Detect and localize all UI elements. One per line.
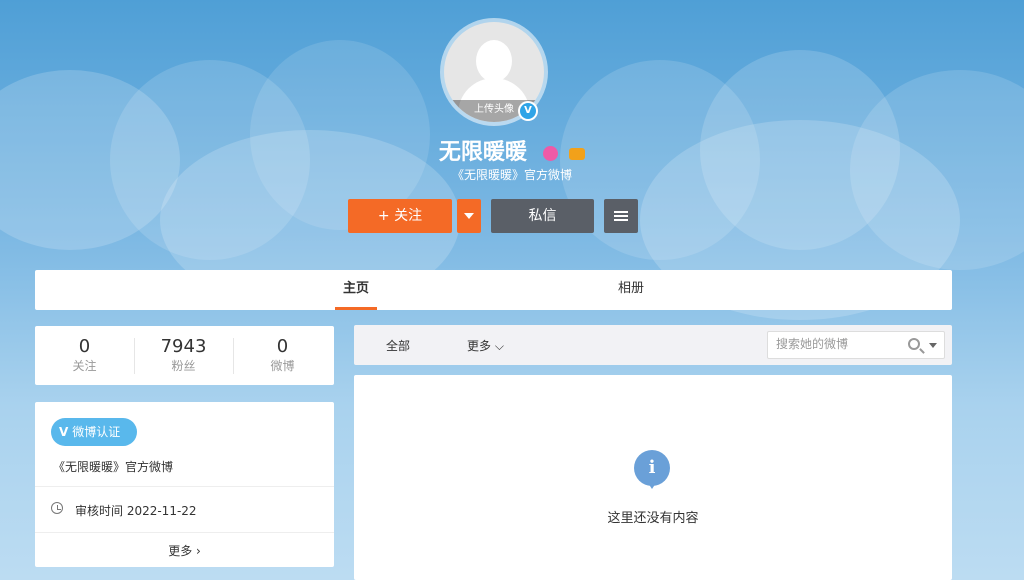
- stat-label: 粉丝: [171, 359, 196, 373]
- stat-label: 微博: [270, 359, 295, 373]
- clock-icon: [51, 502, 63, 514]
- stat-value: 7943: [160, 336, 207, 357]
- stat-following[interactable]: 0 关注: [35, 336, 134, 374]
- search-icon[interactable]: [908, 338, 920, 350]
- follow-button[interactable]: + 关注: [348, 199, 452, 233]
- menu-icon: [614, 211, 628, 221]
- empty-message: 这里还没有内容: [607, 511, 699, 526]
- follow-dropdown-button[interactable]: [457, 199, 481, 233]
- divider: [35, 486, 334, 487]
- verification-badge-label: 微博认证: [72, 425, 121, 439]
- info-icon: i: [634, 450, 670, 489]
- feed-empty-state: i 这里还没有内容: [354, 375, 952, 580]
- profile-badges: [541, 141, 586, 166]
- chevron-down-icon: [464, 213, 474, 219]
- profile-name-row: 无限暖暖: [0, 134, 1024, 166]
- stats-card: 0 关注 7943 粉丝 0 微博: [35, 326, 334, 385]
- avatar-head-shape: [476, 40, 512, 82]
- verified-icon: V: [518, 101, 538, 121]
- more-link[interactable]: 更多 ›: [35, 542, 334, 559]
- filter-more-dropdown[interactable]: 更多 ⌵: [467, 337, 504, 354]
- chevron-down-icon[interactable]: [929, 343, 937, 348]
- tab-album[interactable]: 相册: [610, 270, 652, 310]
- stat-posts[interactable]: 0 微博: [233, 336, 332, 374]
- level-badge-icon[interactable]: [569, 147, 586, 160]
- member-badge-icon[interactable]: [542, 146, 558, 161]
- verification-description: 《无限暖暖》官方微博: [53, 460, 174, 474]
- verification-badge[interactable]: V 微博认证: [51, 418, 137, 446]
- search-input[interactable]: [776, 337, 896, 351]
- profile-tabs: 主页 相册: [35, 270, 952, 310]
- message-button[interactable]: 私信: [491, 199, 594, 233]
- tab-home[interactable]: 主页: [335, 270, 377, 310]
- profile-name: 无限暖暖: [438, 140, 527, 165]
- stat-label: 关注: [72, 359, 97, 373]
- verified-mark: V: [59, 425, 69, 439]
- profile-subtitle: 《无限暖暖》官方微博: [451, 168, 572, 182]
- stat-value: 0: [78, 336, 91, 357]
- verified-mark: V: [520, 103, 536, 119]
- review-time: 审核时间 2022-11-22: [75, 504, 197, 518]
- filter-all[interactable]: 全部: [386, 337, 410, 354]
- feed-filter-bar: 全部 更多 ⌵: [354, 325, 952, 365]
- stat-value: 0: [276, 336, 289, 357]
- divider: [35, 532, 334, 533]
- more-menu-button[interactable]: [604, 199, 638, 233]
- verification-card: V 微博认证 《无限暖暖》官方微博 审核时间 2022-11-22 更多 ›: [35, 402, 334, 567]
- stat-followers[interactable]: 7943 粉丝: [134, 336, 233, 374]
- search-box: [767, 331, 945, 359]
